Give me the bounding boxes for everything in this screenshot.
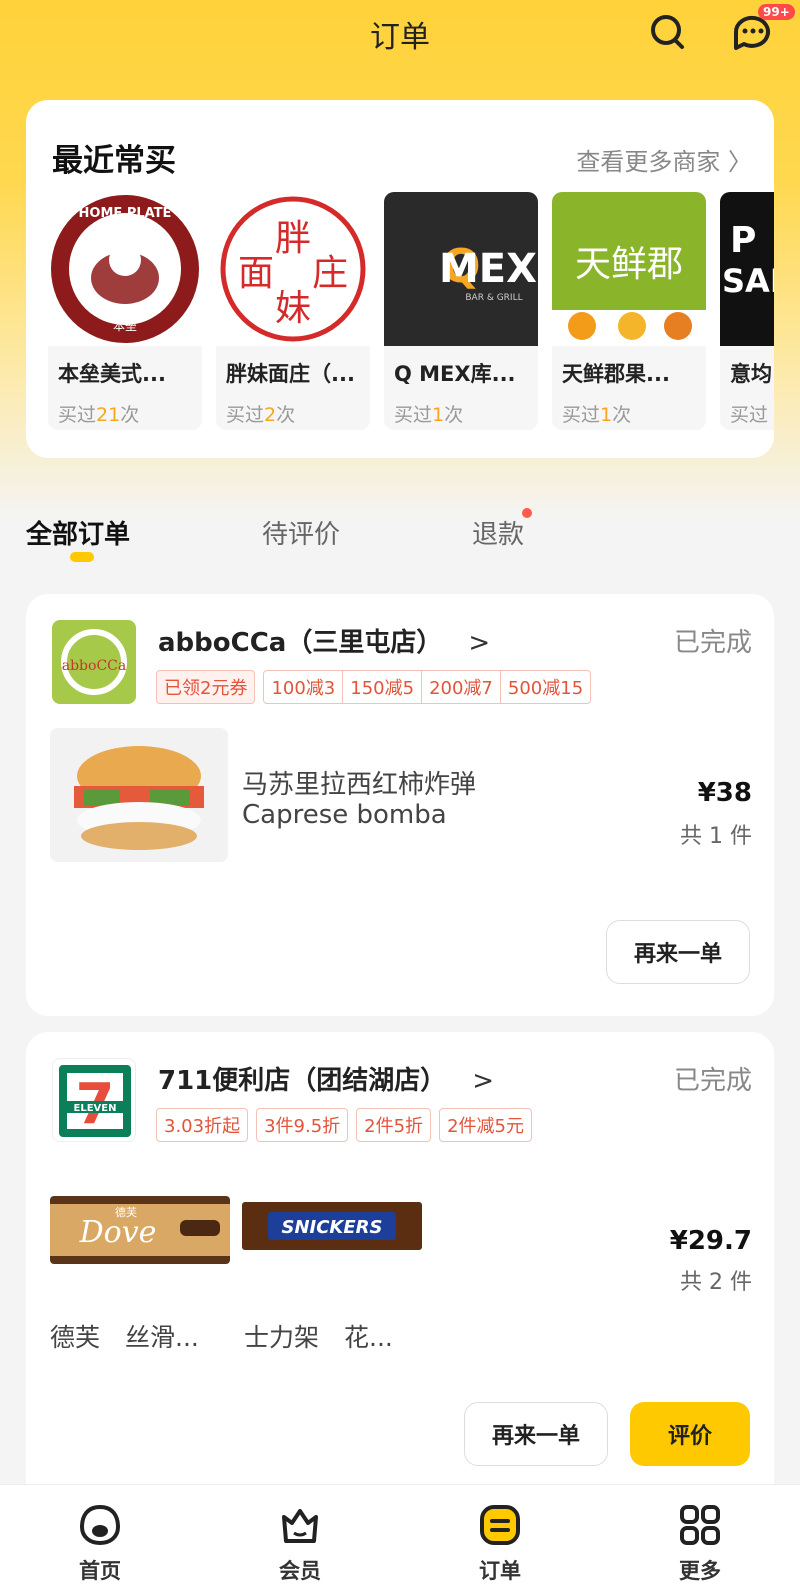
discount-tag: 3件9.5折 xyxy=(256,1108,349,1142)
nav-home[interactable]: 首页 xyxy=(40,1485,160,1593)
svg-text:妹: 妹 xyxy=(275,288,311,329)
bottom-navigation: 首页 会员 订单 更多 xyxy=(0,1484,800,1593)
product-image: Dove 德芙 xyxy=(50,1190,230,1274)
svg-text:MEX: MEX xyxy=(439,246,537,292)
order-price: ¥38 xyxy=(697,778,752,808)
shop-purchase-count: 买过1次 xyxy=(562,404,632,426)
promo-tags: 已领2元券 100减3 150减5 200减7 500减15 xyxy=(156,670,592,704)
svg-text:SAL: SAL xyxy=(722,262,774,300)
member-icon xyxy=(282,1509,318,1543)
nav-orders[interactable]: 订单 xyxy=(440,1485,560,1593)
svg-text:本垒: 本垒 xyxy=(113,319,137,333)
recent-shop-card[interactable]: P SAL 意均 买过 xyxy=(720,192,774,430)
nav-member[interactable]: 会员 xyxy=(240,1485,360,1593)
discount-tag: 2件5折 xyxy=(356,1108,432,1142)
nav-label: 首页 xyxy=(79,1559,121,1583)
order-status: 已完成 xyxy=(673,1066,752,1096)
review-button[interactable]: 评价 xyxy=(630,1402,750,1466)
discount-tag: 100减3 xyxy=(264,671,344,703)
message-count-badge: 99+ xyxy=(758,4,795,20)
svg-text:Dove: Dove xyxy=(79,1215,157,1250)
shop-logo: 天鲜郡 xyxy=(552,192,706,346)
shop-logo: 胖 面 庄 妹 xyxy=(216,192,370,346)
recent-shop-card[interactable]: 胖 面 庄 妹 胖妹面庄（... 买过2次 xyxy=(216,192,370,430)
shop-logo: Q MEX BAR & GRILL xyxy=(384,192,538,346)
nav-label: 更多 xyxy=(679,1559,721,1583)
recent-shop-card[interactable]: 天鲜郡 天鲜郡果... 买过1次 xyxy=(552,192,706,430)
order-shop-name[interactable]: abboCCa（三里屯店） > xyxy=(158,622,490,659)
order-card[interactable]: 7 ELEVEN 711便利店（团结湖店）> 已完成 3.03折起 3件9.5折… xyxy=(26,1032,774,1484)
svg-text:P: P xyxy=(730,220,756,261)
recent-shops-card: 最近常买 查看更多商家 〉 HOME PLATE 本垒 本垒美式... 买过21… xyxy=(26,100,774,458)
search-button[interactable] xyxy=(646,10,690,54)
shop-logo: HOME PLATE 本垒 xyxy=(48,192,202,346)
home-icon xyxy=(79,1504,121,1546)
svg-text:SNICKERS: SNICKERS xyxy=(281,1217,382,1238)
product-name: 士力架 花... xyxy=(244,1323,393,1352)
more-grid-icon xyxy=(680,1505,720,1545)
reorder-button[interactable]: 再来一单 xyxy=(606,920,750,984)
order-icon xyxy=(480,1505,520,1545)
view-more-shops-link[interactable]: 查看更多商家 〉 xyxy=(576,142,752,177)
shop-purchase-count: 买过2次 xyxy=(226,404,296,426)
discount-tag: 500减15 xyxy=(507,678,584,699)
svg-text:ELEVEN: ELEVEN xyxy=(74,1103,117,1114)
product-name: 马苏里拉西红柿炸弹 xyxy=(242,770,477,800)
svg-text:庄: 庄 xyxy=(312,253,348,294)
coupon-tag: 已领2元券 xyxy=(156,670,256,704)
svg-text:天鲜郡: 天鲜郡 xyxy=(575,244,683,285)
svg-text:abboCCa: abboCCa xyxy=(62,658,126,674)
shop-name: 天鲜郡果... xyxy=(562,362,670,386)
shop-name: Q MEX库... xyxy=(394,362,516,386)
recent-shop-card[interactable]: Q MEX BAR & GRILL Q MEX库... 买过1次 xyxy=(384,192,538,430)
chevron-right-icon: > xyxy=(472,1066,495,1096)
shop-logo: P SAL xyxy=(720,192,774,346)
chevron-right-icon: > xyxy=(468,628,491,658)
order-quantity: 共 1 件 xyxy=(680,824,752,849)
recent-shop-card[interactable]: HOME PLATE 本垒 本垒美式... 买过21次 xyxy=(48,192,202,430)
order-price: ¥29.7 xyxy=(669,1226,752,1256)
shop-name: 胖妹面庄（... xyxy=(226,362,355,386)
shop-name: 意均 xyxy=(730,362,772,386)
product-name: 德芙 丝滑... xyxy=(50,1323,199,1352)
recent-title: 最近常买 xyxy=(52,143,176,179)
active-tab-indicator xyxy=(70,552,94,562)
recent-shops-list: HOME PLATE 本垒 本垒美式... 买过21次 胖 面 庄 妹 胖妹面庄… xyxy=(48,192,774,432)
svg-text:HOME PLATE: HOME PLATE xyxy=(79,206,172,221)
shop-purchase-count: 买过21次 xyxy=(58,404,140,426)
discount-tags: 100减3 150减5 200减7 500减15 xyxy=(263,670,592,704)
nav-label: 会员 xyxy=(279,1559,321,1583)
nav-label: 订单 xyxy=(479,1559,521,1583)
order-quantity: 共 2 件 xyxy=(680,1270,752,1295)
discount-tag: 200减7 xyxy=(422,671,501,703)
discount-tag: 2件减5元 xyxy=(439,1108,532,1142)
tab-all-orders[interactable]: 全部订单 xyxy=(26,514,130,551)
reorder-button[interactable]: 再来一单 xyxy=(464,1402,608,1466)
shop-logo: 7 ELEVEN xyxy=(52,1058,136,1142)
shop-logo: abboCCa xyxy=(52,620,136,704)
product-image: SNICKERS xyxy=(242,1198,422,1258)
search-icon xyxy=(651,15,684,49)
nav-more[interactable]: 更多 xyxy=(640,1485,760,1593)
svg-text:德芙: 德芙 xyxy=(115,1205,137,1219)
svg-text:胖: 胖 xyxy=(275,218,311,259)
order-shop-name[interactable]: 711便利店（团结湖店） > xyxy=(158,1060,494,1097)
refund-notification-dot xyxy=(522,508,532,518)
order-tabs: 全部订单 待评价 退款 xyxy=(0,500,800,570)
discount-tag: 3.03折起 xyxy=(156,1108,249,1142)
tab-pending-review[interactable]: 待评价 xyxy=(262,514,340,551)
svg-text:面: 面 xyxy=(238,253,274,294)
svg-text:BAR & GRILL: BAR & GRILL xyxy=(465,293,522,303)
top-bar: 订单 99+ xyxy=(0,0,800,70)
product-name-en: Caprese bomba xyxy=(242,800,447,830)
shop-name: 本垒美式... xyxy=(58,362,166,386)
shop-purchase-count: 买过 xyxy=(730,404,769,426)
order-status: 已完成 xyxy=(673,628,752,658)
promo-tags: 3.03折起 3件9.5折 2件5折 2件减5元 xyxy=(156,1108,532,1142)
tab-refund[interactable]: 退款 xyxy=(472,514,524,551)
product-image xyxy=(50,728,228,862)
discount-tag: 150减5 xyxy=(343,671,423,703)
order-card[interactable]: abboCCa abboCCa（三里屯店） > 已完成 已领2元券 100减3 1… xyxy=(26,594,774,1016)
shop-purchase-count: 买过1次 xyxy=(394,404,464,426)
